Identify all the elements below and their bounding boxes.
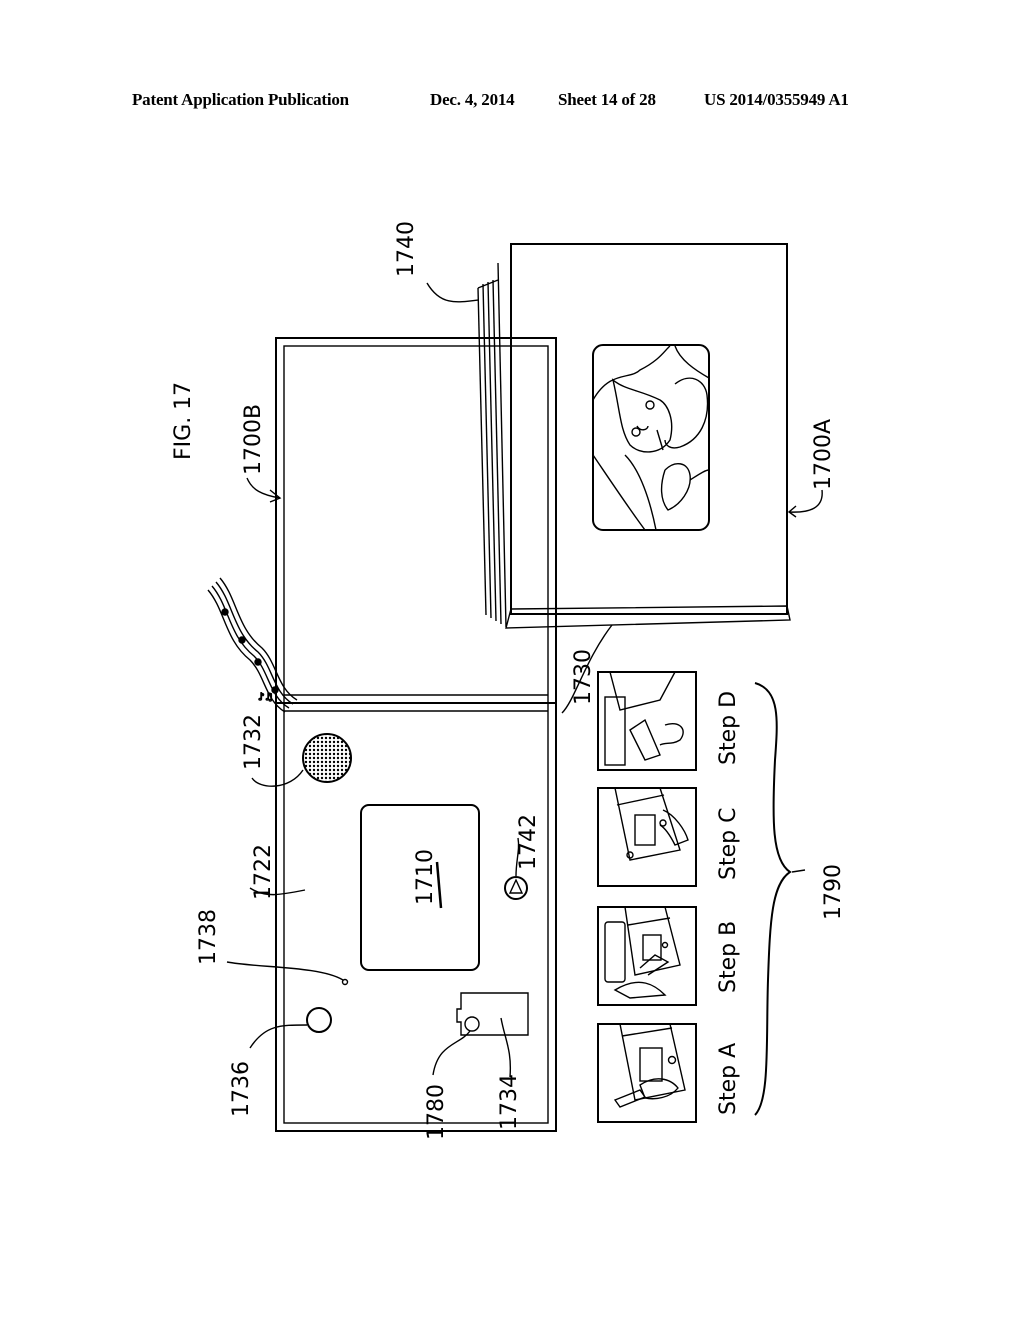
label-1722: 1722 bbox=[251, 844, 276, 900]
step-d-thumbnail bbox=[597, 671, 697, 771]
step-c-thumbnail bbox=[597, 787, 697, 887]
step-thumbnails bbox=[597, 671, 697, 1123]
brace-1790 bbox=[754, 682, 792, 1116]
leader-1732 bbox=[251, 769, 304, 787]
label-1732: 1732 bbox=[241, 714, 266, 770]
triangle-button-icon bbox=[504, 876, 528, 900]
compartment-1734 bbox=[456, 992, 529, 1036]
step-d-label: Step D bbox=[716, 691, 741, 765]
arrow-1700A bbox=[788, 489, 823, 513]
leader-1738 bbox=[226, 961, 344, 981]
leader-1780 bbox=[432, 1030, 471, 1076]
patent-figure-17: FIG. 17 1740 1700B 1700A ♪♫ 1732 1710 17… bbox=[171, 221, 846, 1140]
step-b-thumbnail bbox=[597, 906, 697, 1006]
microphone-hole-1738 bbox=[341, 978, 349, 986]
label-1738: 1738 bbox=[196, 909, 221, 965]
step-a-thumbnail bbox=[597, 1023, 697, 1123]
svg-text:♪♫: ♪♫ bbox=[258, 692, 273, 703]
leader-1740 bbox=[426, 282, 479, 303]
label-1734: 1734 bbox=[497, 1074, 522, 1130]
label-1790: 1790 bbox=[821, 864, 846, 920]
photo-frame bbox=[592, 344, 710, 531]
label-1700A: 1700A bbox=[811, 419, 836, 490]
sensor-1780 bbox=[464, 1016, 480, 1032]
leader-1734 bbox=[500, 1017, 512, 1078]
page-stack bbox=[477, 262, 507, 628]
figure-title: FIG. 17 bbox=[171, 382, 196, 460]
label-1700B: 1700B bbox=[241, 404, 266, 475]
label-1710: 1710 bbox=[413, 849, 438, 905]
label-1742: 1742 bbox=[516, 814, 541, 870]
button-1736 bbox=[306, 1007, 332, 1033]
step-c-label: Step C bbox=[716, 808, 741, 880]
label-1780: 1780 bbox=[424, 1084, 449, 1140]
label-1736: 1736 bbox=[229, 1061, 254, 1117]
step-a-label: Step A bbox=[716, 1043, 741, 1115]
photo-sleeping-child-illustration bbox=[592, 345, 710, 531]
label-1740: 1740 bbox=[394, 221, 419, 277]
book-left-panel bbox=[275, 337, 557, 1132]
speaker-grille-icon bbox=[302, 733, 352, 783]
leader-1736 bbox=[249, 1024, 308, 1049]
step-b-label: Step B bbox=[716, 921, 741, 993]
